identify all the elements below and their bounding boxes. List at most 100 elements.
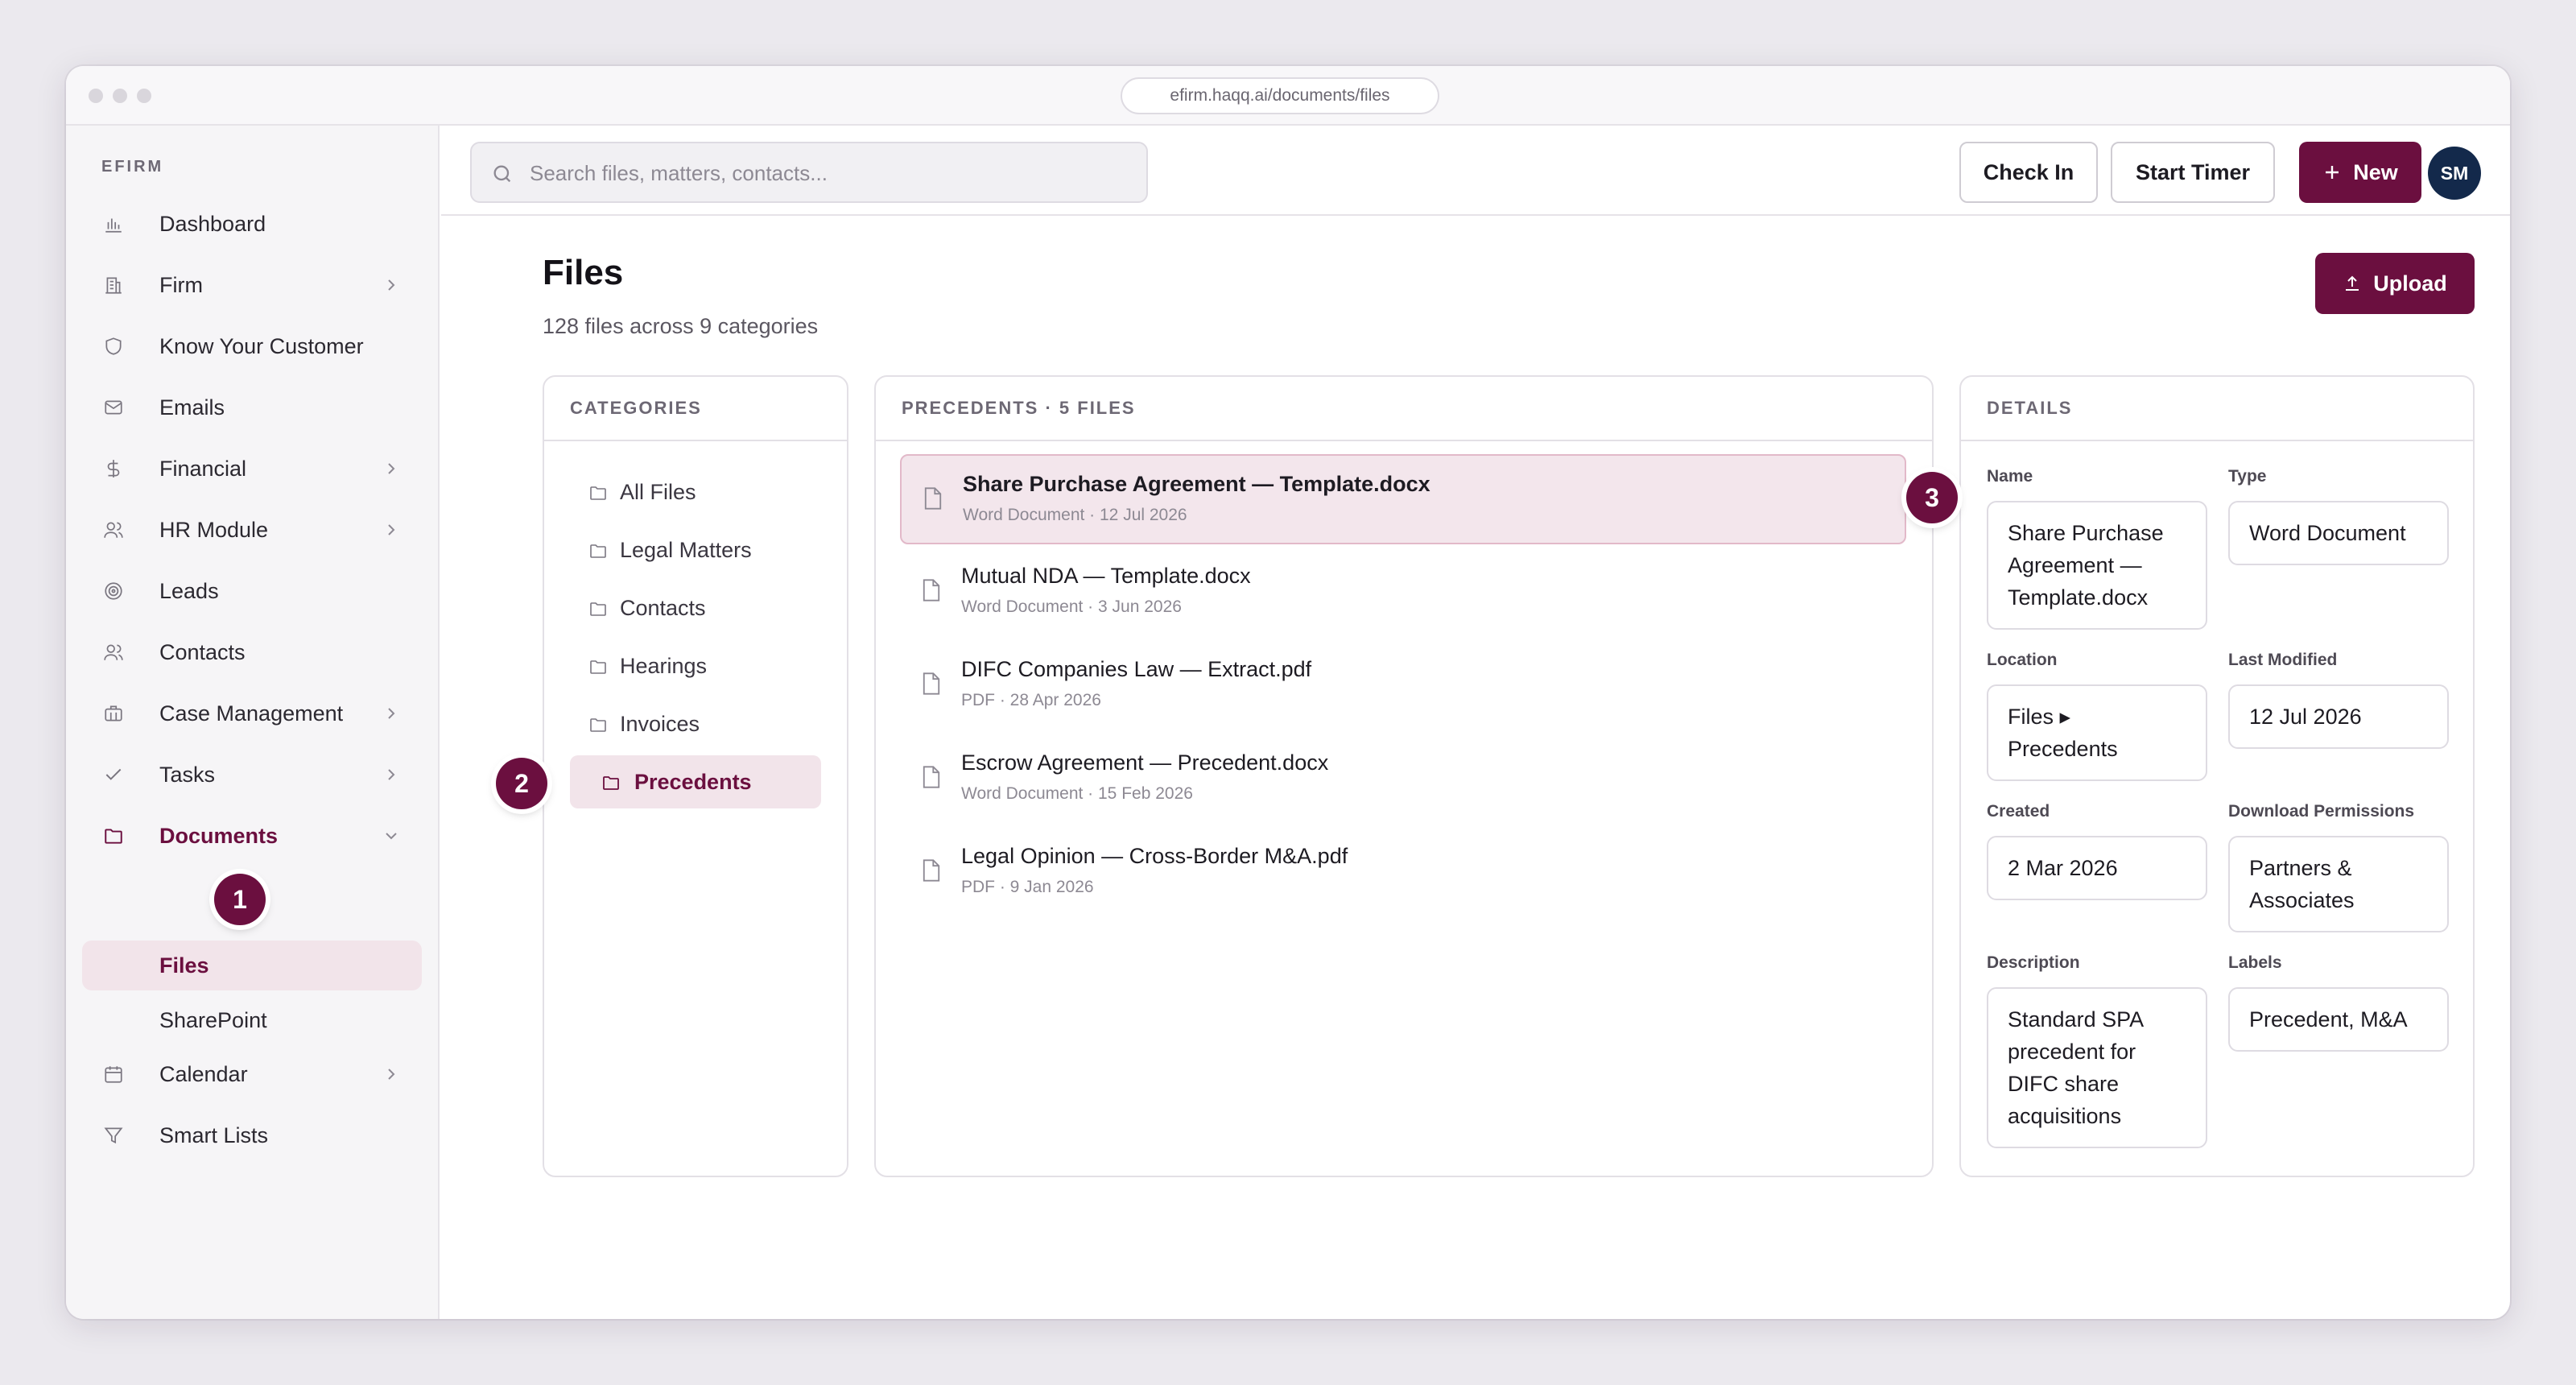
file-meta: PDF · 9 Jan 2026 xyxy=(961,878,1094,896)
sidebar-item-calendar[interactable]: Calendar xyxy=(82,1048,422,1100)
sidebar-item-label: Tasks xyxy=(159,762,216,787)
sidebar-item-contacts[interactable]: Contacts xyxy=(82,626,422,678)
page-subtitle: 128 files across 9 categories xyxy=(543,314,819,338)
window-dot-maximize[interactable] xyxy=(137,89,151,103)
sidebar-item-leads[interactable]: Leads xyxy=(82,565,422,617)
file-row[interactable]: Share Purchase Agreement — Template.docx… xyxy=(900,454,1906,544)
sidebar-item-smart-lists[interactable]: Smart Lists xyxy=(82,1110,422,1161)
file-meta: Word Document · 12 Jul 2026 xyxy=(963,506,1187,524)
folder-icon xyxy=(590,602,606,616)
category-legal-matters[interactable]: Legal Matters xyxy=(570,523,821,577)
detail-location-label: Location xyxy=(1987,651,2058,669)
category-hearings[interactable]: Hearings xyxy=(570,639,821,692)
file-name: Legal Opinion — Cross-Border M&A.pdf xyxy=(961,844,1348,868)
category-label: Precedents xyxy=(634,770,752,794)
file-row[interactable]: Escrow Agreement — Precedent.docx Word D… xyxy=(900,734,1906,825)
sidebar-item-label: HR Module xyxy=(159,517,269,542)
detail-labels-field[interactable]: Precedent, M&A xyxy=(2228,987,2449,1052)
category-label: All Files xyxy=(620,480,696,504)
new-button-label: New xyxy=(2353,159,2398,184)
address-bar[interactable]: efirm.haqq.ai/documents/files xyxy=(1121,77,1439,114)
detail-created-field[interactable]: 2 Mar 2026 xyxy=(1987,836,2207,900)
document-icon xyxy=(923,859,940,882)
shield-icon xyxy=(105,337,122,355)
sidebar-item-label: Case Management xyxy=(159,701,344,726)
file-meta: Word Document · 15 Feb 2026 xyxy=(961,784,1193,803)
sidebar-item-dashboard[interactable]: Dashboard xyxy=(82,198,422,250)
sidebar-item-label: Emails xyxy=(159,395,225,420)
detail-permissions-field[interactable]: Partners & Associates xyxy=(2228,836,2449,932)
sidebar-item-firm[interactable]: Firm xyxy=(82,259,422,311)
detail-created-label: Created xyxy=(1987,802,2050,821)
files-panel: PRECEDENTS · 5 FILES Share Purchase Agre… xyxy=(874,375,1934,1177)
sidebar-subitem-sharepoint[interactable]: SharePoint xyxy=(82,995,422,1045)
file-row[interactable]: Mutual NDA — Template.docx Word Document… xyxy=(900,548,1906,638)
check-in-button[interactable]: Check In xyxy=(1959,142,2098,203)
file-row[interactable]: DIFC Companies Law — Extract.pdf PDF · 2… xyxy=(900,641,1906,731)
upload-button-label: Upload xyxy=(2373,271,2447,296)
sidebar-item-case-management[interactable]: Case Management xyxy=(82,688,422,739)
upload-icon xyxy=(2346,275,2359,291)
sidebar-item-know-your-customer[interactable]: Know Your Customer xyxy=(82,320,422,372)
details-header: DETAILS xyxy=(1961,377,2473,441)
sidebar-item-label: Leads xyxy=(159,578,219,603)
detail-description-field[interactable]: Standard SPA precedent for DIFC share ac… xyxy=(1987,987,2207,1148)
sidebar-item-hr-module[interactable]: HR Module xyxy=(82,504,422,556)
file-row[interactable]: Legal Opinion — Cross-Border M&A.pdf PDF… xyxy=(900,828,1906,918)
dollar-icon xyxy=(107,460,120,478)
sidebar-item-tasks[interactable]: Tasks xyxy=(82,749,422,800)
start-timer-button[interactable]: Start Timer xyxy=(2111,142,2275,203)
check-icon xyxy=(105,768,122,780)
detail-type-label: Type xyxy=(2228,467,2267,486)
sidebar-item-label: Documents xyxy=(159,823,279,848)
window-dot-minimize[interactable] xyxy=(113,89,127,103)
sidebar-item-emails[interactable]: Emails xyxy=(82,382,422,433)
detail-name-field[interactable]: Share Purchase Agreement — Template.docx xyxy=(1987,501,2207,630)
file-name: Share Purchase Agreement — Template.docx xyxy=(963,472,1430,496)
chevron-right-icon xyxy=(388,1069,395,1080)
brand-label: EFIRM xyxy=(101,158,164,176)
category-label: Contacts xyxy=(620,596,706,620)
categories-header: CATEGORIES xyxy=(544,377,847,441)
search-placeholder: Search files, matters, contacts... xyxy=(530,161,828,185)
sidebar-item-documents[interactable]: Documents xyxy=(82,810,422,862)
search-input[interactable]: Search files, matters, contacts... xyxy=(470,142,1148,203)
sidebar-item-label: Contacts xyxy=(159,639,246,664)
chevron-right-icon xyxy=(388,708,395,719)
file-name: Mutual NDA — Template.docx xyxy=(961,564,1251,588)
browser-titlebar: efirm.haqq.ai/documents/files xyxy=(66,66,2510,126)
bar-chart-icon xyxy=(105,218,122,233)
file-meta: PDF · 28 Apr 2026 xyxy=(961,691,1101,709)
file-name: Escrow Agreement — Precedent.docx xyxy=(961,750,1329,775)
detail-description-label: Description xyxy=(1987,953,2080,972)
folder-icon xyxy=(590,660,606,674)
file-meta: Word Document · 3 Jun 2026 xyxy=(961,597,1182,616)
browser-window: efirm.haqq.ai/documents/files EFIRM Dash… xyxy=(66,66,2510,1319)
sidebar: EFIRM Dashboard Firm Know Your Customer … xyxy=(66,126,440,1319)
categories-panel: CATEGORIES All Files Legal Matters Conta… xyxy=(543,375,848,1177)
category-all-files[interactable]: All Files xyxy=(570,465,821,519)
search-icon xyxy=(493,165,511,183)
folder-icon xyxy=(105,829,122,844)
upload-button[interactable]: Upload xyxy=(2315,253,2475,314)
building-icon xyxy=(105,277,122,294)
sidebar-subitem-files[interactable]: Files xyxy=(82,941,422,990)
new-button[interactable]: New xyxy=(2299,142,2421,203)
detail-location-field[interactable]: Files ▸ Precedents xyxy=(1987,684,2207,781)
sidebar-item-label: Know Your Customer xyxy=(159,333,364,358)
avatar[interactable]: SM xyxy=(2428,147,2481,200)
category-invoices[interactable]: Invoices xyxy=(570,697,821,750)
category-contacts[interactable]: Contacts xyxy=(570,581,821,635)
window-dot-close[interactable] xyxy=(89,89,103,103)
callout-badge-3: 3 xyxy=(1906,472,1958,523)
details-panel: DETAILS Name Share Purchase Agreement — … xyxy=(1959,375,2475,1177)
detail-name-label: Name xyxy=(1987,467,2033,486)
detail-modified-field[interactable]: 12 Jul 2026 xyxy=(2228,684,2449,749)
sidebar-item-financial[interactable]: Financial xyxy=(82,443,422,494)
detail-type-field[interactable]: Word Document xyxy=(2228,501,2449,565)
chevron-down-icon xyxy=(386,833,397,840)
mail-icon xyxy=(105,400,122,415)
category-label: Legal Matters xyxy=(620,538,752,562)
category-precedents[interactable]: Precedents xyxy=(570,755,821,808)
folder-icon xyxy=(603,776,619,790)
